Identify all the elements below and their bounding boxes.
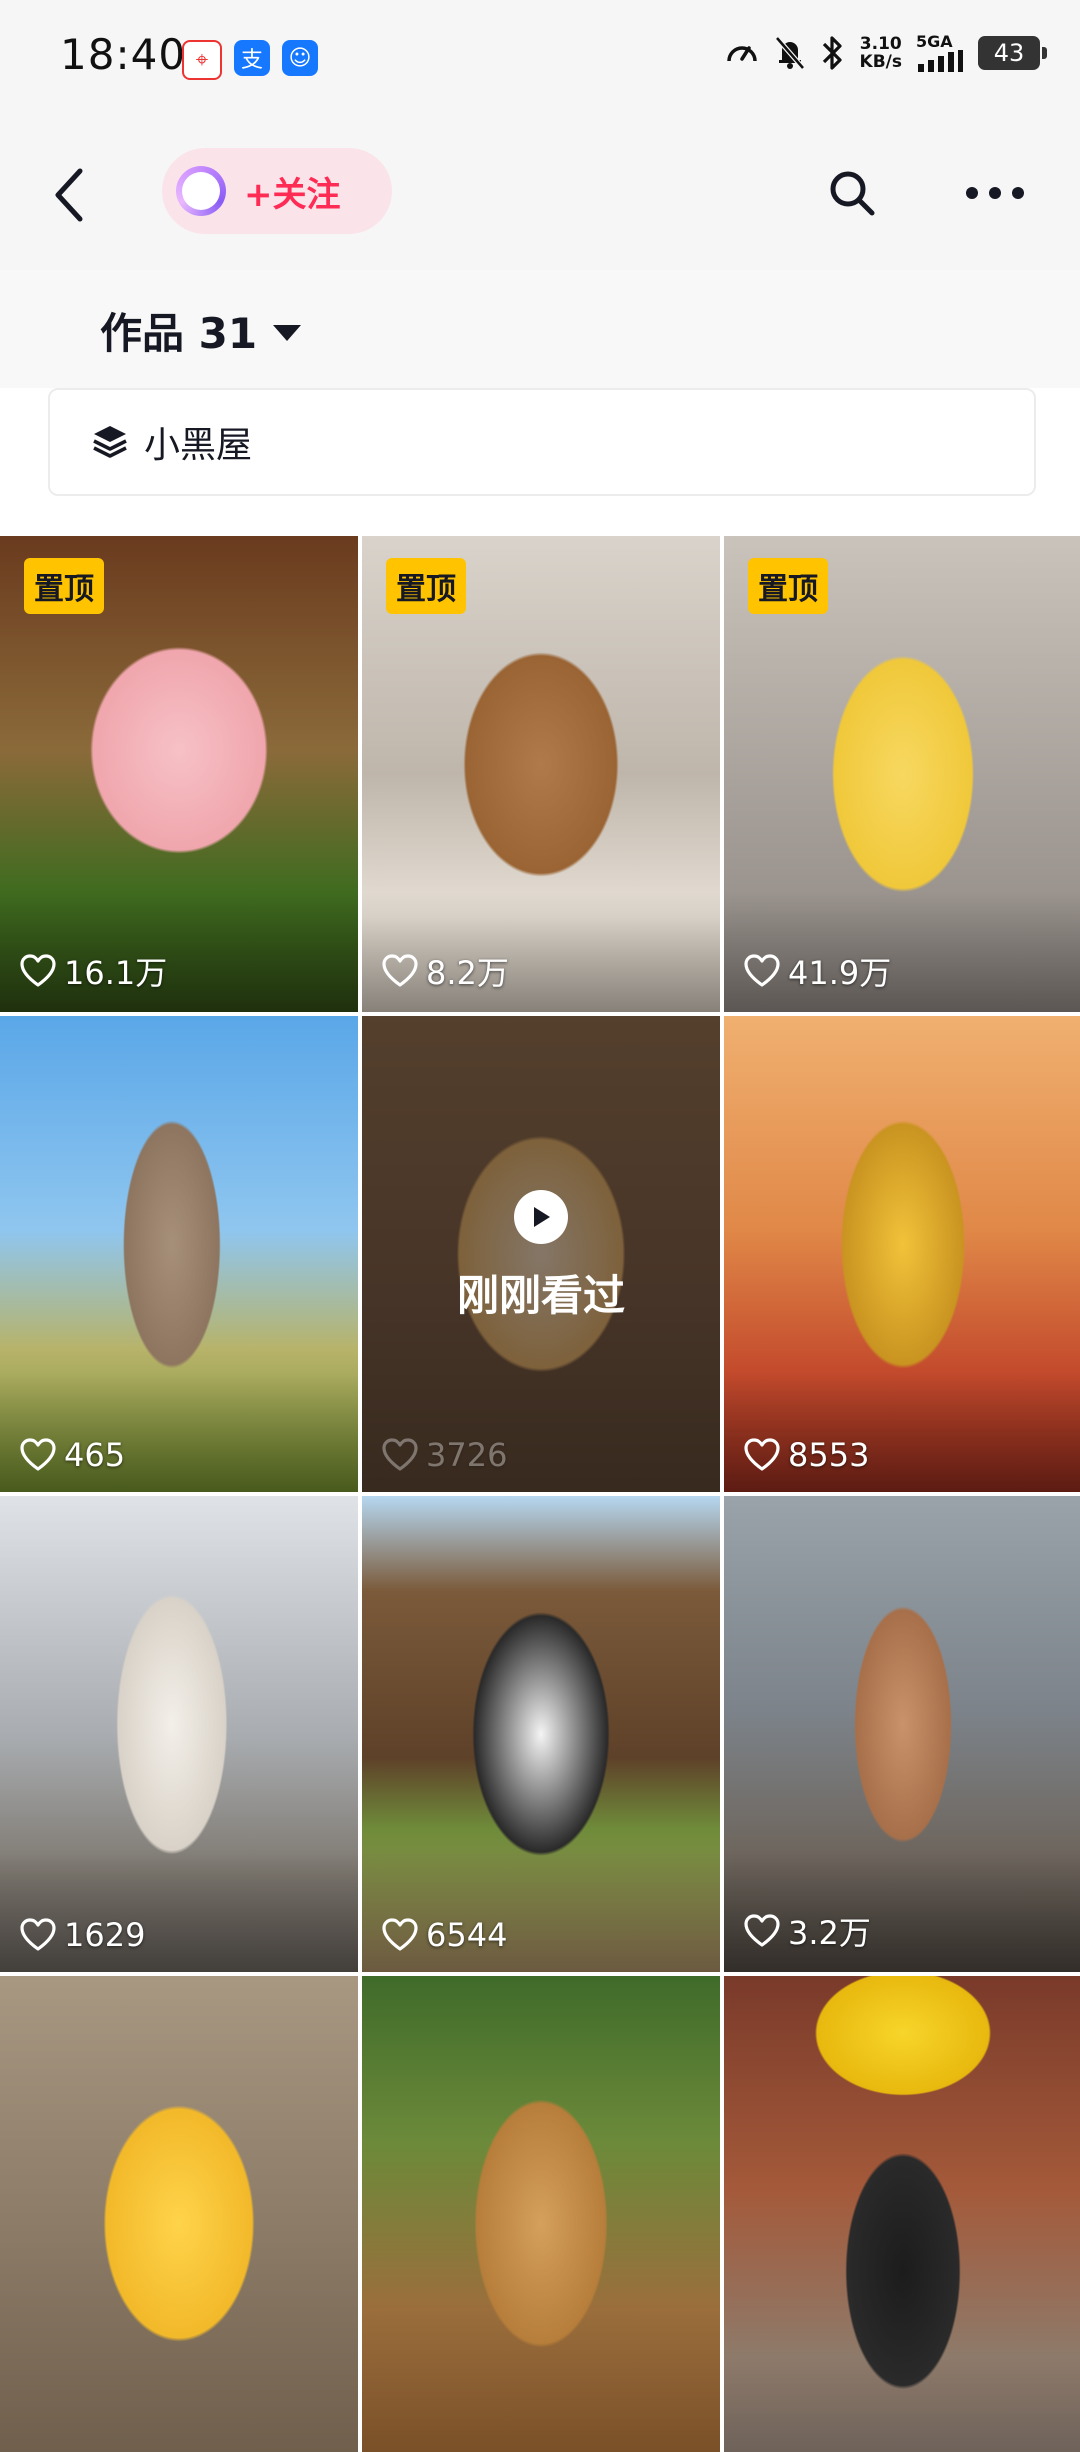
heart-outline-icon <box>382 1438 418 1471</box>
like-count: 16.1万 <box>20 948 167 994</box>
collection-section: 小黑屋 <box>0 388 1080 536</box>
network-speed-value: 3.10 <box>859 34 902 54</box>
mute-bell-icon <box>774 35 806 71</box>
pinned-badge: 置顶 <box>748 558 828 614</box>
network-type: 5GA <box>916 32 953 51</box>
watched-overlay <box>362 1016 720 1492</box>
like-count-value: 3726 <box>426 1436 508 1474</box>
video-tile-hamster[interactable]: 刚刚看过 3726 <box>362 1016 720 1492</box>
recently-watched-label: 刚刚看过 <box>456 1271 625 1320</box>
heart-outline-icon <box>20 1918 56 1951</box>
video-tile-peanut-duck[interactable] <box>362 1976 720 2452</box>
status-indicators: 3.10 KB/s 5GA 43 <box>724 34 1047 72</box>
like-count-value: 1629 <box>64 1916 146 1954</box>
pinned-badge: 置顶 <box>386 558 466 614</box>
status-time: 18:40 <box>60 30 187 79</box>
like-count-value: 465 <box>64 1436 126 1474</box>
heart-outline-icon <box>744 954 780 987</box>
tile-shade <box>0 1852 358 1972</box>
speedometer-icon <box>724 35 760 71</box>
video-grid: 置顶 16.1万 置顶 8.2万 置顶 41.9万 465 刚刚看过 3726 … <box>0 536 1080 2452</box>
heart-outline-icon <box>744 1438 780 1471</box>
layers-icon <box>93 426 127 458</box>
play-icon <box>534 1207 550 1227</box>
avatar <box>176 166 226 216</box>
tile-shade <box>724 1372 1080 1492</box>
like-count: 6544 <box>382 1916 507 1954</box>
back-button[interactable] <box>40 160 100 230</box>
follow-button[interactable]: +关注 <box>162 148 392 234</box>
works-tab-label: 作品 31 <box>100 309 258 358</box>
network-speed: 3.10 KB/s <box>860 35 902 71</box>
video-tile-bee-kitten[interactable]: 8553 <box>724 1016 1080 1492</box>
battery-indicator: 43 <box>978 36 1047 70</box>
pinned-badge: 置顶 <box>24 558 104 614</box>
like-count: 8.2万 <box>382 948 509 994</box>
video-tile-cow[interactable]: 6544 <box>362 1496 720 1972</box>
like-count: 465 <box>20 1436 125 1474</box>
heart-outline-icon <box>20 954 56 987</box>
like-count: 41.9万 <box>744 948 891 994</box>
tile-shade <box>362 1852 720 1972</box>
search-icon <box>830 171 875 216</box>
works-tab[interactable]: 作品 31 <box>100 300 302 361</box>
like-count: 8553 <box>744 1436 869 1474</box>
collection-label: 小黑屋 <box>144 425 253 466</box>
like-count-value: 8553 <box>788 1436 870 1474</box>
like-count-value: 8.2万 <box>426 954 509 992</box>
like-count-value: 6544 <box>426 1916 508 1954</box>
more-button[interactable] <box>960 158 1030 228</box>
signal-bars-icon <box>918 50 963 72</box>
video-tile-chihuahua[interactable]: 3.2万 <box>724 1496 1080 1972</box>
bluetooth-icon <box>820 34 846 72</box>
profile-top-nav: +关注 <box>0 120 1080 270</box>
more-dots-icon <box>966 187 1024 199</box>
caret-down-icon <box>273 324 302 341</box>
heart-outline-icon <box>382 954 418 987</box>
search-button[interactable] <box>822 158 882 228</box>
heart-outline-icon <box>744 1914 780 1947</box>
like-count-value: 3.2万 <box>788 1914 871 1952</box>
video-tile-dalmatian[interactable]: 1629 <box>0 1496 358 1972</box>
cellular-signal: 5GA <box>916 34 964 72</box>
heart-outline-icon <box>20 1438 56 1471</box>
like-count: 3.2万 <box>744 1908 871 1954</box>
works-tab-bar: 作品 31 <box>0 270 1080 389</box>
status-bar: 18:40 ⌖ 支 ☺ 3.10 KB/s 5GA 43 <box>0 0 1080 120</box>
play-button[interactable] <box>514 1190 568 1244</box>
video-tile-chick[interactable] <box>0 1976 358 2452</box>
alipay-app-icon: 支 <box>234 40 270 76</box>
video-tile-calf[interactable]: 置顶 8.2万 <box>362 536 720 1012</box>
like-count: 3726 <box>382 1436 507 1474</box>
tile-shade <box>0 1372 358 1492</box>
network-speed-unit: KB/s <box>859 52 902 72</box>
video-tile-donkey[interactable]: 465 <box>0 1016 358 1492</box>
like-count-value: 41.9万 <box>788 954 892 992</box>
collection-card[interactable]: 小黑屋 <box>48 388 1036 496</box>
like-count-value: 16.1万 <box>64 954 168 992</box>
like-count: 1629 <box>20 1916 145 1954</box>
map-app-icon: ⌖ <box>182 40 222 80</box>
assistant-app-icon: ☺ <box>282 40 318 76</box>
follow-label: +关注 <box>244 174 341 215</box>
video-tile-black-kitten[interactable] <box>724 1976 1080 2452</box>
video-tile-duckling[interactable]: 置顶 41.9万 <box>724 536 1080 1012</box>
chevron-left-icon <box>55 168 83 222</box>
notification-app-icons: ⌖ 支 ☺ <box>182 40 318 80</box>
video-tile-piglet[interactable]: 置顶 16.1万 <box>0 536 358 1012</box>
heart-outline-icon <box>382 1918 418 1951</box>
